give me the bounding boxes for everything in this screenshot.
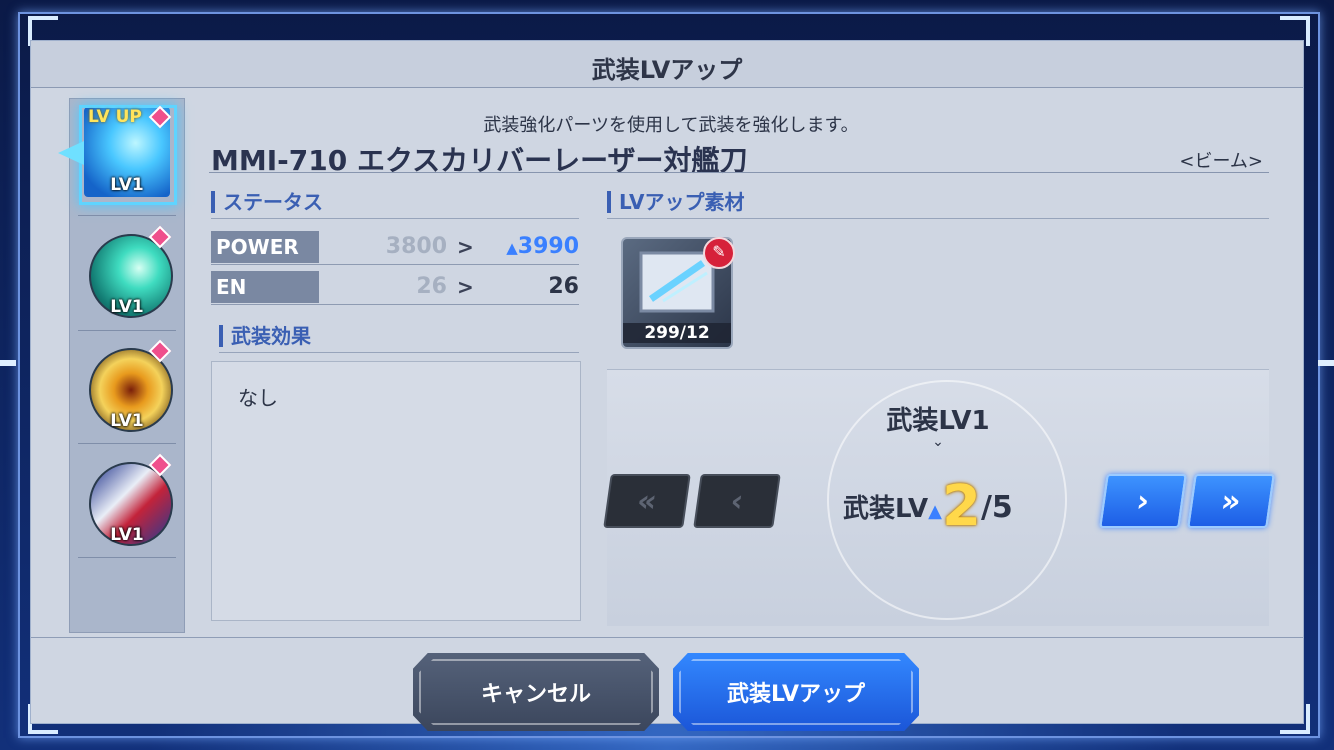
effect-text: なし [238, 386, 278, 410]
divider [211, 218, 579, 219]
divider [31, 637, 1303, 638]
upgrade-part-icon[interactable]: ✎ 299/12 [621, 237, 735, 349]
target-level-label: 武装LV [843, 494, 929, 524]
stat-name: EN [211, 271, 319, 303]
chevron-right-icon[interactable]: › [1099, 474, 1187, 528]
divider [211, 264, 579, 265]
dialog-header: 武装LVアップ [31, 41, 1303, 88]
materials-heading: LVアップ素材 [607, 191, 744, 213]
weapon-type: <ビーム> [1179, 151, 1263, 172]
effect-heading: 武装効果 [219, 325, 311, 347]
material-count: 299/12 [623, 323, 731, 343]
frame-tick [1318, 360, 1334, 366]
stat-new-number: 3990 [517, 234, 579, 259]
dialog-title: 武装LVアップ [591, 56, 743, 84]
weapon-level: LV1 [110, 411, 144, 431]
target-level-value: 2 [941, 474, 981, 539]
status-heading: ステータス [211, 191, 323, 213]
divider [78, 557, 176, 558]
weapon-slot-4[interactable]: LV1 [76, 447, 178, 557]
max-level: /5 [980, 490, 1013, 525]
weapon-level: LV1 [110, 175, 144, 195]
dialog-subtitle: 武装強化パーツを使用して武装を強化します。 [483, 115, 859, 136]
level-selector: 武装LV1 ⌄ 武装LV▲2/5 « ‹ › » [603, 369, 1275, 626]
chevron-left-icon[interactable]: ‹ [693, 474, 781, 528]
feather-badge-icon: ✎ [703, 237, 735, 269]
stat-new-value: ▲3990 [506, 231, 579, 264]
arrow-right-icon: > [457, 235, 474, 259]
target-level: 武装LV▲2/5 [843, 474, 1013, 539]
cancel-button-label: キャンセル [480, 682, 591, 707]
material-list: ✎ 299/12 [607, 221, 1269, 361]
arrow-right-icon: > [457, 275, 474, 299]
stat-old-value: 3800 [385, 234, 447, 259]
stat-new-value: 26 [548, 274, 579, 299]
increase-arrow-icon: ▲ [928, 501, 942, 522]
stat-name: POWER [211, 231, 319, 263]
weapon-list: LV UP LV1 LV1 LV1 LV1 [58, 98, 185, 633]
divider [607, 218, 1269, 219]
chevron-down-icon: ⌄ [932, 434, 944, 450]
double-chevron-right-icon[interactable]: » [1187, 474, 1275, 528]
lv-up-tag: LV UP [88, 107, 142, 127]
increase-arrow-icon: ▲ [506, 239, 518, 257]
divider [78, 330, 176, 331]
frame-tick [0, 360, 16, 366]
divider [209, 172, 1269, 173]
divider [211, 304, 579, 305]
effect-box: なし [211, 361, 581, 621]
divider [219, 352, 579, 353]
stat-old-value: 26 [416, 274, 447, 299]
weapon-level: LV1 [110, 525, 144, 545]
selection-pointer-icon [58, 141, 84, 165]
weapon-slot-3[interactable]: LV1 [76, 333, 178, 443]
weapon-level: LV1 [110, 297, 144, 317]
current-level: 武装LV1 [886, 406, 990, 436]
weapon-lvup-dialog: 武装LVアップ LV UP LV1 LV1 LV1 LV1 武装強化パーツを使用… [30, 40, 1304, 731]
lvup-confirm-button[interactable]: 武装LVアップ [673, 653, 919, 731]
stat-row-en: EN 26 > 26 [211, 271, 579, 305]
divider [78, 443, 176, 444]
weapon-name: MMI-710 エクスカリバーレーザー対艦刀 [211, 144, 748, 177]
double-chevron-left-icon[interactable]: « [603, 474, 691, 528]
weapon-slot-2[interactable]: LV1 [76, 219, 178, 329]
cancel-button[interactable]: キャンセル [413, 653, 659, 731]
weapon-slot-1[interactable]: LV UP LV1 [58, 99, 178, 209]
confirm-button-label: 武装LVアップ [726, 682, 866, 707]
divider [78, 215, 176, 216]
stat-row-power: POWER 3800 > ▲3990 [211, 231, 579, 265]
